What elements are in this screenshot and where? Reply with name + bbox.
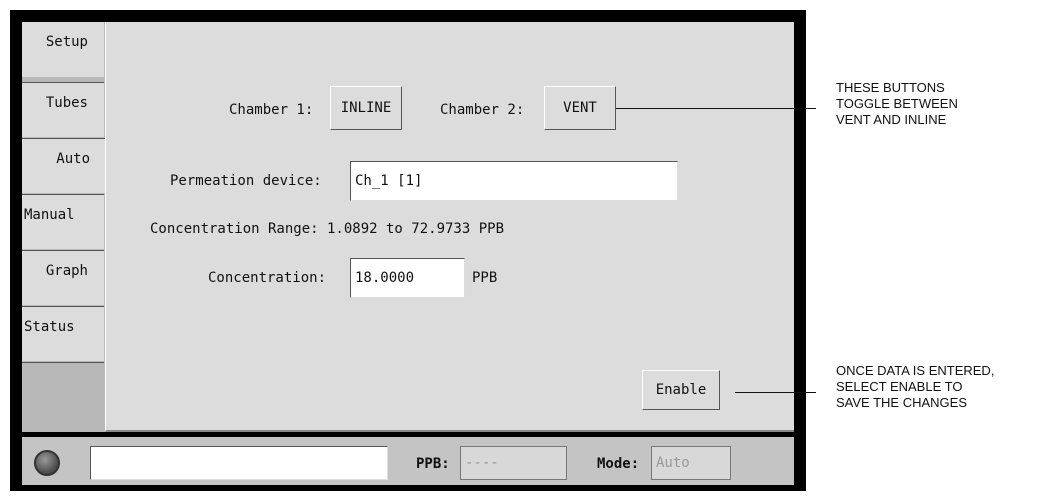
tab-label: Tubes — [45, 95, 88, 111]
concentration-label: Concentration: — [208, 270, 327, 286]
status-led-icon — [34, 450, 60, 476]
ppb-readout: ---- — [460, 446, 567, 480]
permeation-device-input[interactable]: Ch_1 [1] — [350, 161, 678, 201]
tab-setup[interactable]: Setup — [22, 22, 104, 77]
chamber2-label: Chamber 2: — [440, 102, 525, 118]
annotation-enable-note: ONCE DATA IS ENTERED, SELECT ENABLE TO S… — [836, 363, 994, 411]
ppb-label: PPB: — [416, 456, 450, 472]
annotation-line: TOGGLE BETWEEN — [836, 96, 958, 111]
concentration-range-text: Concentration Range: 1.0892 to 72.9733 P… — [150, 221, 505, 237]
tab-auto[interactable]: Auto — [22, 138, 106, 193]
tab-label: Status — [24, 319, 75, 335]
concentration-unit: PPB — [472, 270, 498, 286]
annotation-leader-line — [735, 392, 816, 393]
tab-label: Setup — [45, 34, 88, 50]
annotation-toggle-note: THESE BUTTONS TOGGLE BETWEEN VENT AND IN… — [836, 80, 958, 128]
tab-status[interactable]: Status — [22, 306, 104, 361]
permeation-label: Permeation device: — [170, 173, 322, 189]
mode-readout: Auto — [651, 446, 731, 480]
concentration-input[interactable]: 18.0000 — [350, 258, 465, 298]
tab-manual[interactable]: Manual — [22, 194, 104, 249]
status-message-field — [90, 446, 388, 480]
tab-divider — [22, 362, 104, 363]
mode-label: Mode: — [597, 456, 640, 472]
chamber2-toggle-button[interactable]: VENT — [544, 86, 616, 130]
tab-label: Graph — [45, 263, 88, 279]
annotation-line: THESE BUTTONS — [836, 80, 945, 95]
annotation-line: ONCE DATA IS ENTERED, — [836, 363, 995, 378]
tab-graph[interactable]: Graph — [22, 250, 104, 305]
chamber1-toggle-button[interactable]: INLINE — [330, 86, 402, 130]
annotation-line: VENT AND INLINE — [836, 112, 947, 127]
annotation-line: SAVE THE CHANGES — [836, 395, 967, 410]
tab-label: Auto — [56, 151, 90, 167]
annotation-line: SELECT ENABLE TO — [836, 379, 963, 394]
tab-tubes[interactable]: Tubes — [22, 82, 104, 137]
chamber1-label: Chamber 1: — [229, 102, 314, 118]
enable-button[interactable]: Enable — [642, 370, 720, 410]
tab-label: Manual — [24, 207, 75, 223]
annotation-leader-line — [616, 108, 816, 109]
